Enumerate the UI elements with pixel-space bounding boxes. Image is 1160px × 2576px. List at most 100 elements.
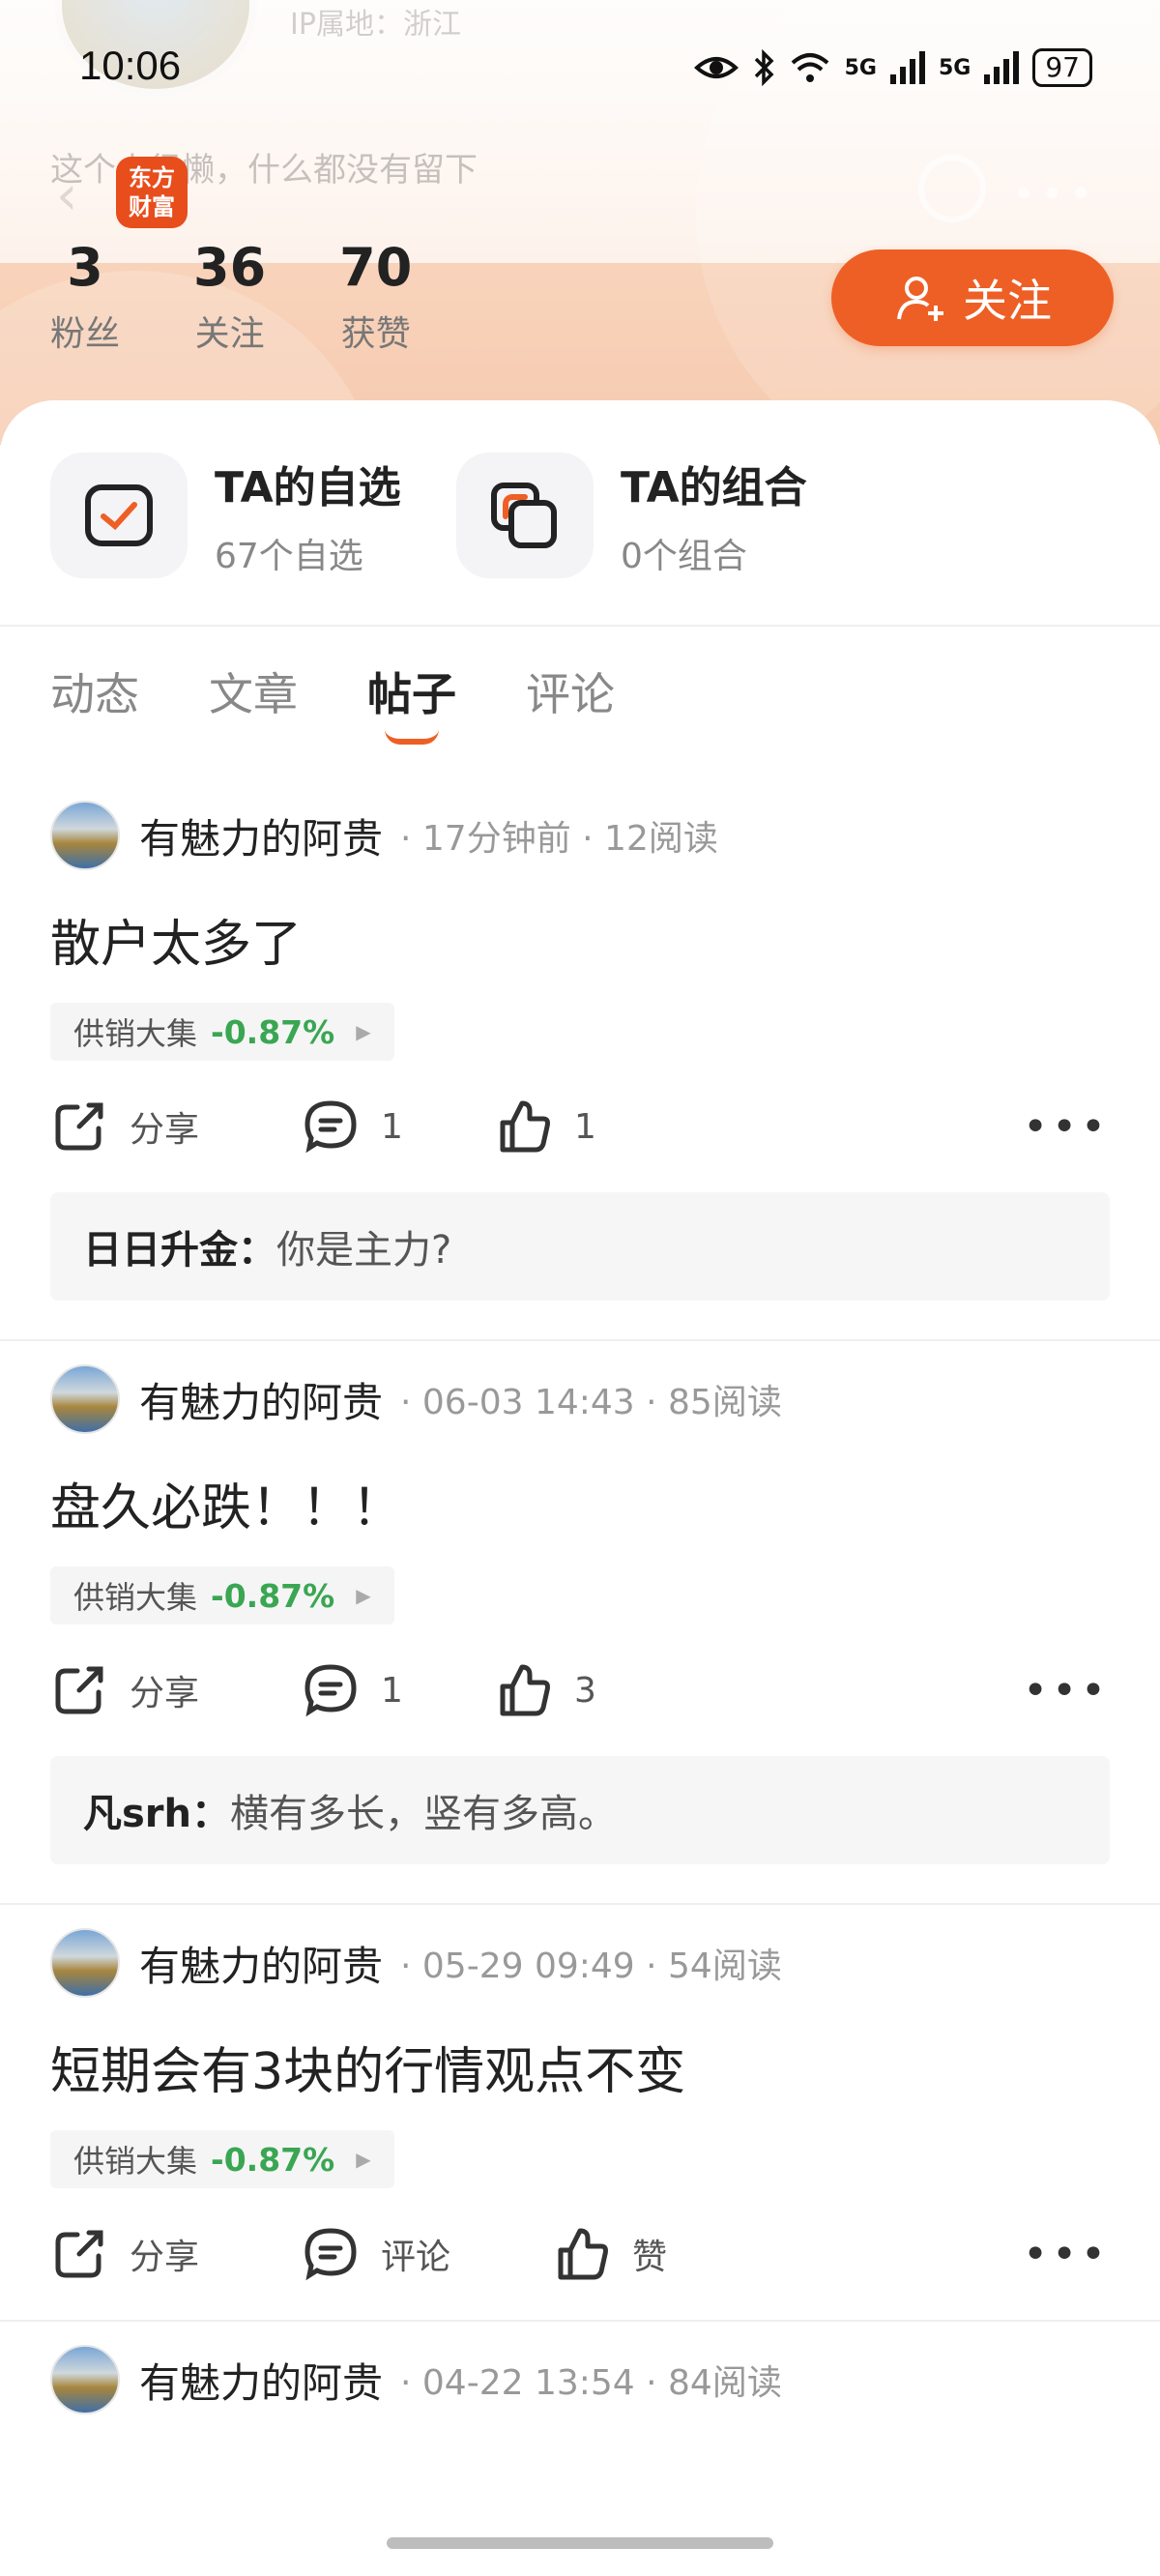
play-icon: ▶ (356, 2148, 371, 2171)
stat-number: 70 (339, 237, 413, 298)
stat-label: 关注 (194, 314, 265, 354)
checkbox-icon (50, 453, 188, 578)
stock-tag[interactable]: 供销大集 -0.87% ▶ (50, 1566, 394, 1625)
play-icon: ▶ (356, 1584, 371, 1607)
post-header: 有魅力的阿贵 · 04-22 13:54 · 84阅读 (50, 2322, 1110, 2418)
thumbs-up-icon (500, 1664, 550, 1716)
reply-text: 横有多长，竖有多高。 (230, 1792, 618, 1836)
comment-button[interactable]: 1 (302, 1098, 495, 1156)
back-icon[interactable]: ‹ (56, 164, 77, 227)
play-icon: ▶ (356, 1020, 371, 1043)
post-item[interactable]: 有魅力的阿贵 · 04-22 13:54 · 84阅读 (0, 2322, 1160, 2418)
profile-stats: 3 粉丝 36 关注 70 获赞 (50, 242, 412, 356)
stat-label: 粉丝 (50, 314, 121, 354)
more-icon[interactable]: ••• (1012, 172, 1098, 217)
more-options-icon[interactable]: ••• (1023, 1102, 1110, 1152)
status-time: 10:06 (79, 43, 182, 88)
share-button[interactable]: 分享 (50, 2225, 302, 2283)
post-text[interactable]: 散户太多了 (50, 903, 1110, 976)
profile-tabs: 动态 文章 帖子 评论 (50, 659, 615, 745)
post-meta: · 04-22 13:54 · 84阅读 (400, 2363, 782, 2403)
add-user-icon (897, 277, 943, 321)
post-actions: 分享 评论 赞 ••• (50, 2188, 1110, 2320)
tab-comments[interactable]: 评论 (526, 659, 615, 723)
author-name[interactable]: 有魅力的阿贵 (139, 1370, 383, 1429)
post-text[interactable]: 短期会有3块的行情观点不变 (50, 2031, 1110, 2103)
portfolio-count: 0个组合 (621, 537, 747, 576)
top-reply[interactable]: 凡srh： 横有多长，竖有多高。 (50, 1756, 1110, 1864)
follow-button[interactable]: 关注 (831, 249, 1114, 346)
watchlist-card[interactable]: TA的自选 67个自选 (50, 453, 427, 578)
comment-icon (304, 1664, 357, 1717)
portfolio-icon (456, 453, 594, 578)
tab-posts[interactable]: 帖子 (367, 659, 456, 745)
comment-button[interactable]: 评论 (302, 2225, 553, 2283)
top-reply[interactable]: 日日升金： 你是主力? (50, 1192, 1110, 1301)
comment-count: 1 (381, 1670, 403, 1711)
share-button[interactable]: 分享 (50, 1098, 302, 1156)
author-name[interactable]: 有魅力的阿贵 (139, 2351, 383, 2410)
stat-label: 获赞 (340, 314, 411, 354)
profile-content-sheet: TA的自选 67个自选 TA的组合 0个组合 动态 文章 帖子 评论 有魅力的阿… (0, 400, 1160, 2576)
stock-tag[interactable]: 供销大集 -0.87% ▶ (50, 1003, 394, 1061)
author-name[interactable]: 有魅力的阿贵 (139, 1934, 383, 1993)
watchlist-row: TA的自选 67个自选 TA的组合 0个组合 (50, 453, 833, 578)
stat-following[interactable]: 36 关注 (193, 242, 266, 356)
reply-user: 日日升金： (83, 1228, 276, 1273)
stock-change: -0.87% (211, 2140, 335, 2179)
like-count: 3 (574, 1670, 596, 1711)
status-icons: 5G 5G 97 (693, 48, 1092, 87)
like-button[interactable]: 赞 (553, 2225, 667, 2283)
post-header: 有魅力的阿贵 · 05-29 09:49 · 54阅读 (50, 1905, 1110, 2002)
stock-tag[interactable]: 供销大集 -0.87% ▶ (50, 2130, 394, 2188)
like-label: 赞 (632, 2238, 668, 2277)
more-options-icon[interactable]: ••• (1023, 1666, 1110, 1715)
watchlist-count: 67个自选 (215, 537, 363, 576)
avatar[interactable] (50, 801, 120, 870)
avatar[interactable] (50, 1928, 120, 1998)
post-actions: 分享 1 3 ••• (50, 1625, 1110, 1756)
search-icon[interactable] (918, 155, 986, 222)
share-icon (55, 1102, 103, 1151)
stat-likes[interactable]: 70 获赞 (339, 242, 412, 356)
avatar[interactable] (50, 2345, 120, 2415)
more-options-icon[interactable]: ••• (1023, 2230, 1110, 2279)
post-item[interactable]: 有魅力的阿贵 · 06-03 14:43 · 85阅读 盘久必跌！！！ 供销大集… (0, 1341, 1160, 1905)
thumbs-up-icon (500, 1100, 550, 1153)
share-icon (55, 1666, 103, 1714)
post-meta: · 17分钟前 · 12阅读 (400, 819, 718, 859)
comment-button[interactable]: 1 (302, 1661, 495, 1719)
post-item[interactable]: 有魅力的阿贵 · 17分钟前 · 12阅读 散户太多了 供销大集 -0.87% … (0, 777, 1160, 1341)
signal-icon (984, 51, 1020, 84)
ip-location-faded: IP属地：浙江 (290, 8, 461, 42)
bluetooth-icon (754, 49, 774, 86)
stat-fans[interactable]: 3 粉丝 (50, 242, 120, 356)
portfolio-card[interactable]: TA的组合 0个组合 (456, 453, 833, 578)
comment-count: 1 (381, 1106, 403, 1147)
share-icon (55, 2230, 103, 2278)
post-feed: 有魅力的阿贵 · 17分钟前 · 12阅读 散户太多了 供销大集 -0.87% … (0, 777, 1160, 2418)
avatar[interactable] (50, 1364, 120, 1434)
post-item[interactable]: 有魅力的阿贵 · 05-29 09:49 · 54阅读 短期会有3块的行情观点不… (0, 1905, 1160, 2322)
stock-change: -0.87% (211, 1576, 335, 1615)
like-count: 1 (574, 1106, 596, 1147)
tab-activity[interactable]: 动态 (50, 659, 139, 723)
network-type-2: 5G (938, 55, 972, 80)
portfolio-title: TA的组合 (621, 463, 807, 512)
wifi-icon (791, 53, 828, 82)
like-button[interactable]: 3 (495, 1661, 596, 1719)
tab-articles[interactable]: 文章 (209, 659, 298, 723)
stat-number: 3 (67, 237, 103, 298)
post-text[interactable]: 盘久必跌！！！ (50, 1467, 1110, 1539)
author-name[interactable]: 有魅力的阿贵 (139, 806, 383, 865)
divider (0, 625, 1160, 627)
post-meta: · 06-03 14:43 · 85阅读 (400, 1383, 782, 1422)
comment-icon (304, 2228, 357, 2281)
logo-text-line2: 财富 (129, 193, 175, 220)
like-button[interactable]: 1 (495, 1098, 596, 1156)
reply-text: 你是主力? (276, 1228, 452, 1273)
post-meta: · 05-29 09:49 · 54阅读 (400, 1947, 782, 1986)
post-header: 有魅力的阿贵 · 17分钟前 · 12阅读 (50, 777, 1110, 874)
share-button[interactable]: 分享 (50, 1661, 302, 1719)
home-indicator[interactable] (387, 2537, 773, 2549)
